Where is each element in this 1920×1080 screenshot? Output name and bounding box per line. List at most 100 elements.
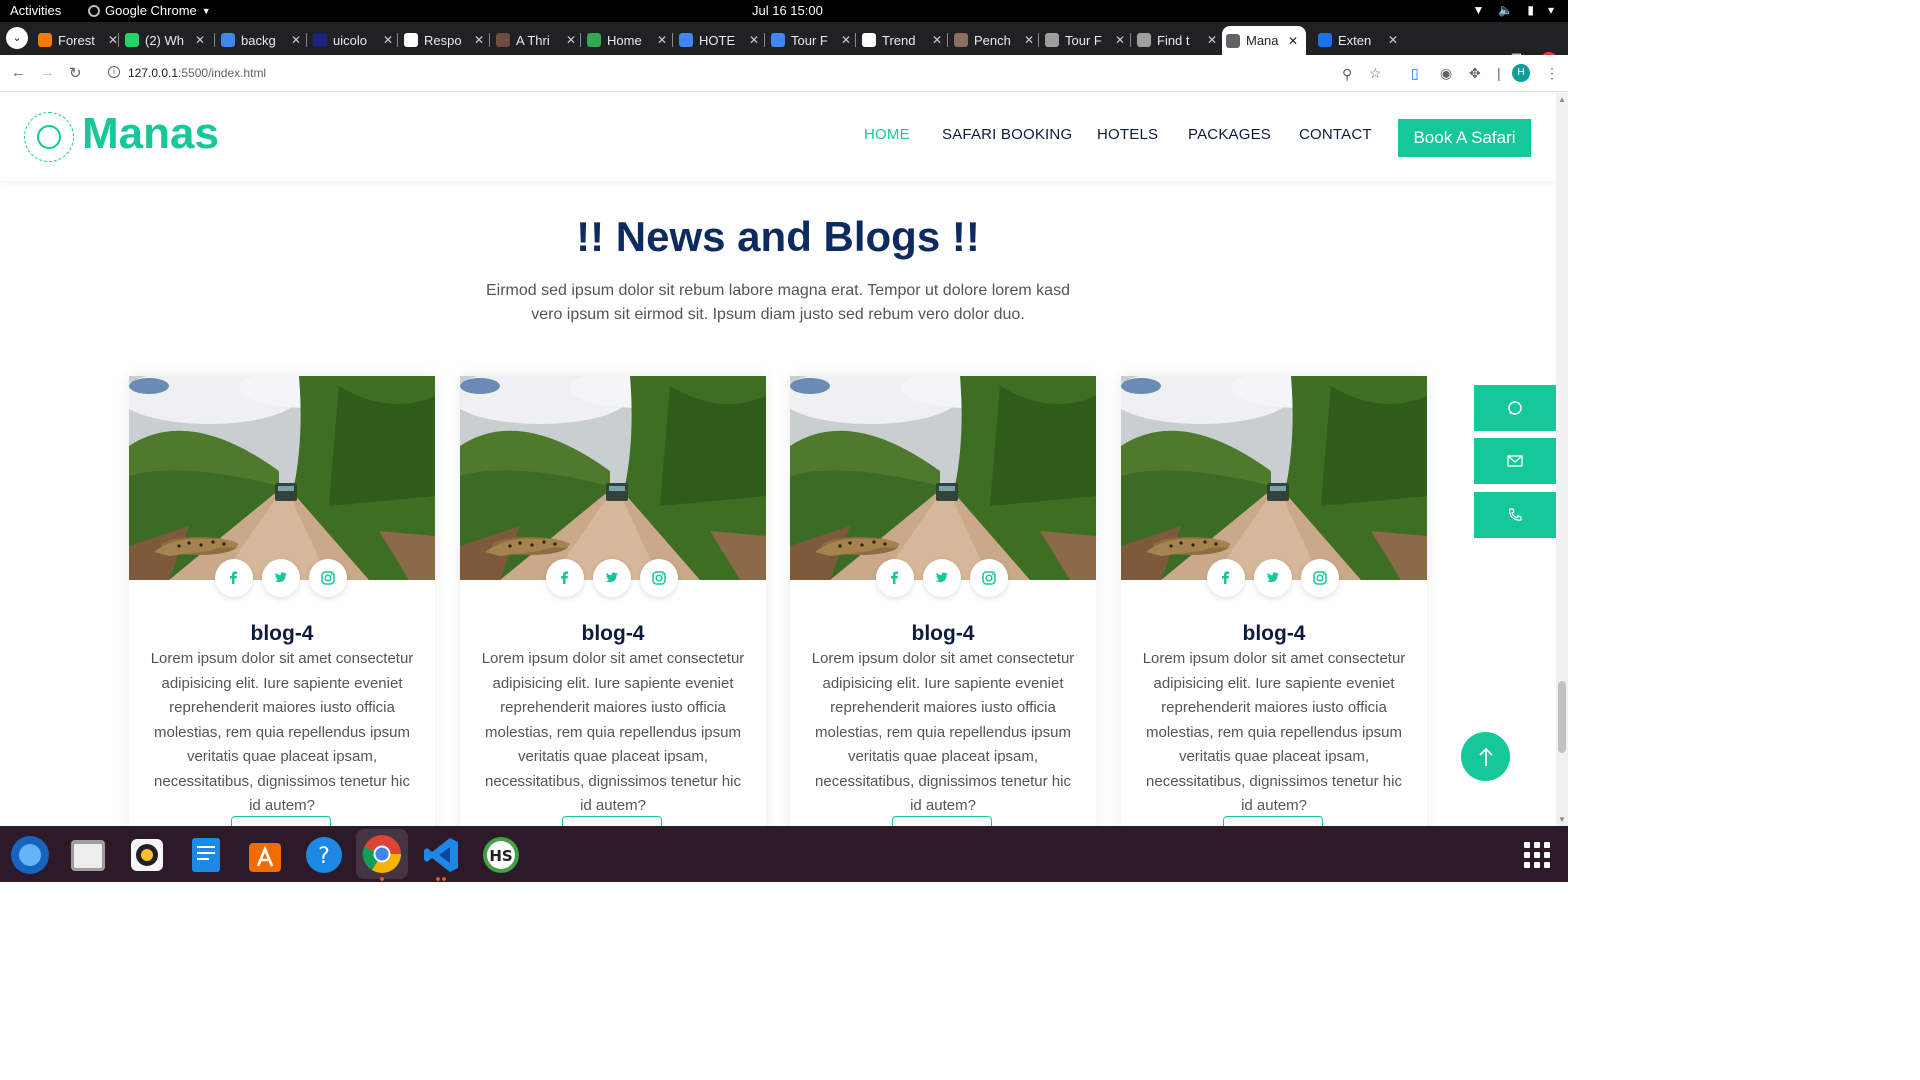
nav-packages[interactable]: PACKAGES — [1188, 126, 1271, 143]
blog-title[interactable]: blog-4 — [790, 622, 1096, 646]
browser-tab[interactable]: Trend ✕ — [855, 26, 950, 54]
browser-tab[interactable]: HOTE ✕ — [672, 26, 767, 54]
logo-text[interactable]: Manas — [82, 109, 219, 159]
instagram-link[interactable] — [309, 559, 347, 597]
hs-app-icon[interactable]: HS — [479, 833, 523, 877]
tab-close-icon[interactable]: ✕ — [749, 33, 759, 47]
browser-tab[interactable]: (2) Wh ✕ — [118, 26, 213, 54]
tab-search-button[interactable]: ⌄ — [6, 27, 28, 49]
blog-title[interactable]: blog-4 — [1121, 622, 1427, 646]
browser-tab[interactable]: backg ✕ — [214, 26, 309, 54]
blog-title[interactable]: blog-4 — [460, 622, 766, 646]
blog-title[interactable]: blog-4 — [129, 622, 435, 646]
blog-image[interactable] — [790, 376, 1096, 580]
instagram-link[interactable] — [1301, 559, 1339, 597]
twitter-link[interactable] — [1254, 559, 1292, 597]
read-more-button[interactable] — [1223, 816, 1323, 826]
tab-close-icon[interactable]: ✕ — [195, 33, 205, 47]
vscode-icon[interactable] — [420, 833, 464, 877]
phone-float-button[interactable] — [1474, 492, 1556, 538]
browser-tab[interactable]: Exten ✕ — [1314, 26, 1406, 54]
read-more-button[interactable] — [231, 816, 331, 826]
zoom-icon[interactable]: ⚲ — [1342, 66, 1352, 83]
tab-close-icon[interactable]: ✕ — [1288, 34, 1298, 48]
scroll-down-icon[interactable]: ▼ — [1558, 815, 1566, 824]
kebab-menu-icon[interactable]: ⋮ — [1545, 65, 1559, 82]
files-icon[interactable] — [66, 833, 110, 877]
browser-tab[interactable]: Tour F ✕ — [764, 26, 859, 54]
extension-icon[interactable]: ▯ — [1411, 65, 1419, 82]
instagram-link[interactable] — [970, 559, 1008, 597]
show-apps-grid-icon[interactable] — [1524, 842, 1550, 868]
read-more-button[interactable] — [562, 816, 662, 826]
address-bar[interactable]: i 127.0.0.1:5500/index.html ⚲ ☆ — [98, 59, 1398, 88]
tab-close-icon[interactable]: ✕ — [291, 33, 301, 47]
tab-close-icon[interactable]: ✕ — [1207, 33, 1217, 47]
browser-tab[interactable]: Mana ✕ — [1222, 26, 1306, 55]
back-icon[interactable]: ← — [11, 64, 26, 81]
browser-tab[interactable]: Forest ✕ — [34, 26, 126, 54]
app-menu[interactable]: Google Chrome ▼ — [88, 3, 211, 18]
twitter-link[interactable] — [593, 559, 631, 597]
browser-tab[interactable]: uicolo ✕ — [306, 26, 401, 54]
browser-tab[interactable]: Respo ✕ — [397, 26, 492, 54]
blog-image[interactable] — [129, 376, 435, 580]
app-center-icon[interactable] — [243, 833, 287, 877]
tab-close-icon[interactable]: ✕ — [932, 33, 942, 47]
rhythmbox-icon[interactable] — [125, 833, 169, 877]
activities-button[interactable]: Activities — [10, 3, 61, 18]
bookmark-star-icon[interactable]: ☆ — [1369, 65, 1382, 82]
facebook-link[interactable] — [1207, 559, 1245, 597]
book-safari-button[interactable]: Book A Safari — [1398, 119, 1531, 157]
email-float-button[interactable] — [1474, 438, 1556, 484]
nav-safari-booking[interactable]: SAFARI BOOKING — [942, 126, 1072, 143]
reload-icon[interactable]: ↻ — [69, 64, 82, 82]
nav-hotels[interactable]: HOTELS — [1097, 126, 1158, 143]
browser-tab[interactable]: A Thri ✕ — [489, 26, 584, 54]
blog-image[interactable] — [460, 376, 766, 580]
blog-image[interactable] — [1121, 376, 1427, 580]
mail-icon — [1507, 455, 1523, 467]
tab-close-icon[interactable]: ✕ — [108, 33, 118, 47]
tab-close-icon[interactable]: ✕ — [841, 33, 851, 47]
tab-close-icon[interactable]: ✕ — [566, 33, 576, 47]
twitter-link[interactable] — [923, 559, 961, 597]
profile-avatar[interactable]: H — [1512, 64, 1530, 82]
tab-close-icon[interactable]: ✕ — [1024, 33, 1034, 47]
nav-contact[interactable]: CONTACT — [1299, 126, 1372, 143]
browser-tab[interactable]: Pench ✕ — [947, 26, 1042, 54]
browser-tab[interactable]: Find t ✕ — [1130, 26, 1225, 54]
facebook-link[interactable] — [876, 559, 914, 597]
tab-close-icon[interactable]: ✕ — [1388, 33, 1398, 47]
twitter-link[interactable] — [262, 559, 300, 597]
text-editor-icon[interactable] — [184, 833, 228, 877]
forward-icon[interactable]: → — [40, 64, 55, 81]
tab-close-icon[interactable]: ✕ — [657, 33, 667, 47]
page-scrollbar[interactable]: ▲ ▼ — [1556, 93, 1568, 826]
read-more-button[interactable] — [892, 816, 992, 826]
url-text[interactable]: 127.0.0.1:5500/index.html — [128, 66, 266, 80]
logo-icon[interactable] — [24, 112, 74, 162]
browser-tab[interactable]: Home ✕ — [580, 26, 675, 54]
nav-home[interactable]: HOME — [864, 126, 910, 143]
whatsapp-float-button[interactable] — [1474, 385, 1556, 431]
tab-close-icon[interactable]: ✕ — [1115, 33, 1125, 47]
help-icon[interactable]: ? — [302, 833, 346, 877]
site-info-icon[interactable]: i — [108, 66, 120, 78]
tab-close-icon[interactable]: ✕ — [474, 33, 484, 47]
browser-tab[interactable]: Tour F ✕ — [1038, 26, 1133, 54]
facebook-link[interactable] — [546, 559, 584, 597]
chrome-icon[interactable] — [356, 829, 408, 879]
system-tray[interactable]: ▼ 🔈 ▮ ▾ — [1473, 3, 1554, 17]
clock[interactable]: Jul 16 15:00 — [752, 3, 823, 18]
extensions-puzzle-icon[interactable]: ✥ — [1469, 65, 1481, 82]
scrollbar-thumb[interactable] — [1558, 681, 1566, 753]
tab-close-icon[interactable]: ✕ — [383, 33, 393, 47]
scroll-up-icon[interactable]: ▲ — [1558, 95, 1566, 104]
thunderbird-icon[interactable] — [8, 833, 52, 877]
facebook-icon — [230, 571, 237, 584]
back-to-top-button[interactable] — [1461, 732, 1510, 781]
instagram-link[interactable] — [640, 559, 678, 597]
facebook-link[interactable] — [215, 559, 253, 597]
screenshot-icon[interactable]: ◉ — [1440, 65, 1452, 82]
